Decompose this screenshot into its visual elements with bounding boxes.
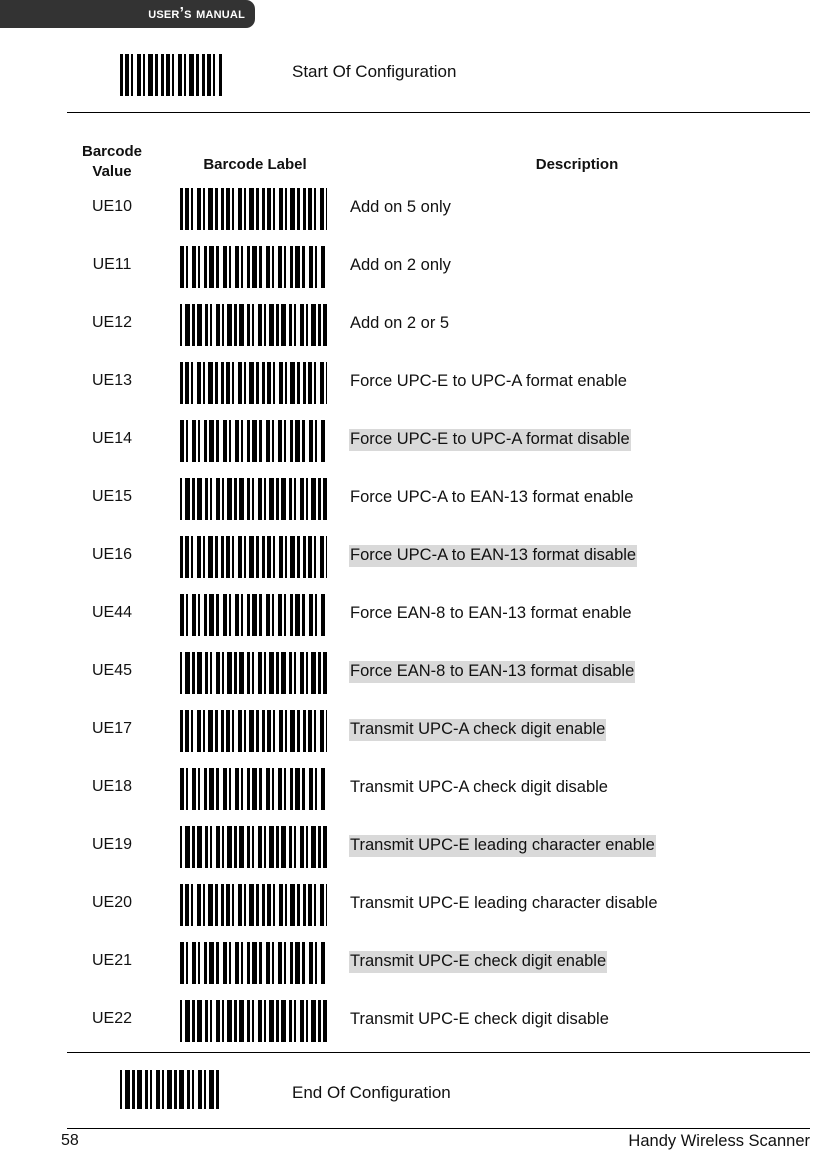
barcode-icon bbox=[180, 188, 327, 230]
barcode-value-cell: UE44 bbox=[91, 604, 133, 621]
barcode-value-cell: UE14 bbox=[91, 430, 133, 447]
start-of-configuration-label: Start Of Configuration bbox=[292, 62, 457, 81]
table-row: UE12 Add on 2 or 5 bbox=[0, 302, 828, 360]
barcode-value-cell: UE13 bbox=[91, 372, 133, 389]
barcode-value-cell: UE12 bbox=[91, 314, 133, 331]
barcode-icon bbox=[180, 420, 327, 462]
table-row: UE17 Transmit UPC-A check digit enable bbox=[0, 708, 828, 766]
barcode-value-cell: UE18 bbox=[91, 778, 133, 795]
page-number: 58 bbox=[61, 1132, 79, 1149]
column-header-description: Description bbox=[535, 156, 619, 173]
barcode-value-cell: UE45 bbox=[91, 662, 133, 679]
manual-title: User’s Manual bbox=[148, 5, 245, 22]
barcode-value-cell: UE11 bbox=[92, 256, 132, 273]
description-cell: Transmit UPC-E check digit disable bbox=[350, 1010, 609, 1028]
description-cell: Force UPC-E to UPC-A format disable bbox=[349, 429, 631, 451]
table-row: UE10 Add on 5 only bbox=[0, 186, 828, 244]
table-row: UE44 Force EAN-8 to EAN-13 format enable bbox=[0, 592, 828, 650]
table-row: UE20 Transmit UPC-E leading character dis… bbox=[0, 882, 828, 940]
description-cell: Transmit UPC-E leading character disable bbox=[350, 894, 658, 912]
barcode-value-cell: UE15 bbox=[91, 488, 133, 505]
table-row: UE22 Transmit UPC-E check digit disable bbox=[0, 998, 828, 1056]
barcode-icon bbox=[180, 826, 327, 868]
description-cell: Add on 5 only bbox=[350, 198, 451, 216]
barcode-icon bbox=[180, 594, 327, 636]
barcode-icon bbox=[120, 54, 222, 96]
table-row: UE45 Force EAN-8 to EAN-13 format disable bbox=[0, 650, 828, 708]
table-row: UE15 Force UPC-A to EAN-13 format enable bbox=[0, 476, 828, 534]
description-cell: Transmit UPC-E leading character enable bbox=[349, 835, 656, 857]
barcode-icon bbox=[180, 536, 327, 578]
description-cell: Force UPC-E to UPC-A format enable bbox=[350, 372, 627, 390]
footer-divider bbox=[67, 1128, 810, 1129]
barcode-icon bbox=[180, 652, 327, 694]
description-cell: Add on 2 or 5 bbox=[350, 314, 450, 332]
description-cell: Force UPC-A to EAN-13 format enable bbox=[350, 488, 634, 506]
table-row: UE11 Add on 2 only bbox=[0, 244, 828, 302]
start-of-configuration-row: Start Of Configuration bbox=[0, 54, 828, 100]
barcode-icon bbox=[180, 884, 327, 926]
description-cell: Force UPC-A to EAN-13 format disable bbox=[349, 545, 638, 567]
column-header-barcode-label: Barcode Label bbox=[203, 156, 307, 173]
barcode-icon bbox=[180, 942, 327, 984]
barcode-icon bbox=[180, 478, 327, 520]
table-row: UE16 Force UPC-A to EAN-13 format disable bbox=[0, 534, 828, 592]
description-cell: Transmit UPC-A check digit disable bbox=[350, 778, 608, 796]
barcode-value-cell: UE19 bbox=[91, 836, 133, 853]
table-row: UE19 Transmit UPC-E leading character ena… bbox=[0, 824, 828, 882]
barcode-icon bbox=[180, 768, 327, 810]
table-top-divider bbox=[67, 112, 810, 113]
barcode-icon bbox=[180, 1000, 327, 1042]
description-cell: Transmit UPC-E check digit enable bbox=[349, 951, 608, 973]
barcode-value-cell: UE17 bbox=[91, 720, 133, 737]
table-row: UE14 Force UPC-E to UPC-A format disable bbox=[0, 418, 828, 476]
barcode-icon bbox=[180, 304, 327, 346]
description-cell: Add on 2 only bbox=[350, 256, 451, 274]
table-row: UE13 Force UPC-E to UPC-A format enable bbox=[0, 360, 828, 418]
manual-header-banner: User’s Manual bbox=[0, 0, 255, 28]
table-row: UE21 Transmit UPC-E check digit enable bbox=[0, 940, 828, 998]
barcode-icon bbox=[180, 246, 327, 288]
barcode-icon bbox=[180, 362, 327, 404]
column-header-barcode-value: Barcode Value bbox=[81, 143, 143, 180]
description-cell: Force EAN-8 to EAN-13 format enable bbox=[350, 604, 632, 622]
barcode-value-cell: UE21 bbox=[91, 952, 133, 969]
footer-product-name: Handy Wireless Scanner bbox=[628, 1132, 810, 1150]
barcode-value-cell: UE10 bbox=[91, 198, 133, 215]
barcode-value-cell: UE20 bbox=[91, 894, 133, 911]
barcode-value-cell: UE16 bbox=[91, 546, 133, 563]
table-bottom-divider bbox=[67, 1052, 810, 1053]
description-cell: Transmit UPC-A check digit enable bbox=[349, 719, 607, 741]
barcode-icon bbox=[120, 1070, 220, 1109]
table-row: UE18 Transmit UPC-A check digit disable bbox=[0, 766, 828, 824]
barcode-icon bbox=[180, 710, 327, 752]
barcode-value-cell: UE22 bbox=[91, 1010, 133, 1027]
description-cell: Force EAN-8 to EAN-13 format disable bbox=[349, 661, 636, 683]
end-of-configuration-label: End Of Configuration bbox=[292, 1083, 451, 1102]
